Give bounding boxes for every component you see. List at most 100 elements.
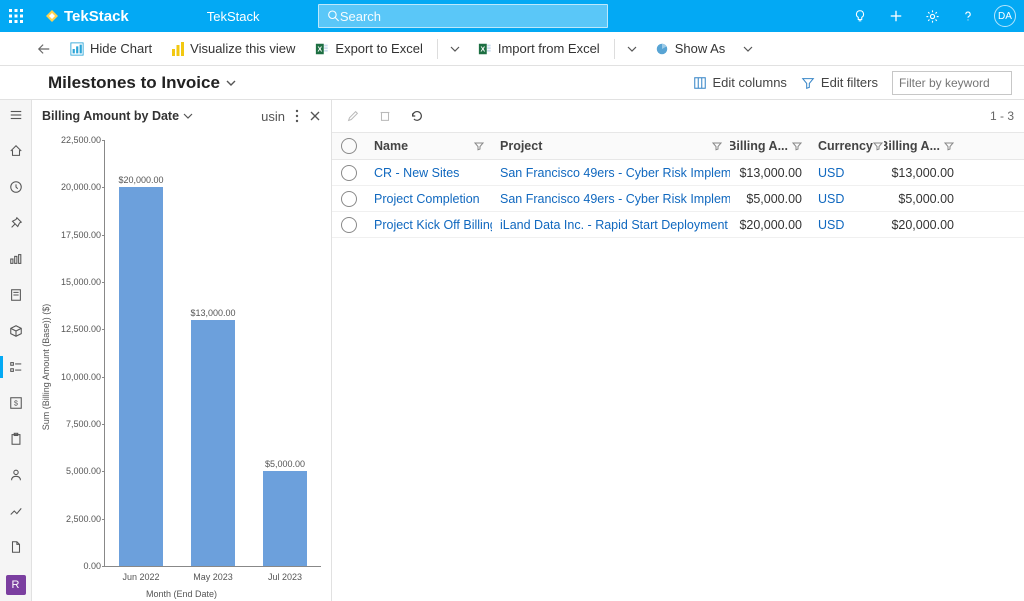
table-row[interactable]: Project Kick Off Billing MilestoneiLand …: [332, 212, 1024, 238]
col-name[interactable]: Name: [366, 139, 492, 153]
filter-icon[interactable]: [712, 141, 722, 151]
col-project[interactable]: Project: [492, 139, 730, 153]
refresh-icon[interactable]: [406, 105, 428, 127]
col-billing-amount[interactable]: Billing A...: [730, 139, 810, 153]
chart-title[interactable]: Billing Amount by Date: [42, 109, 193, 123]
rail-box-icon[interactable]: [0, 316, 32, 346]
select-all[interactable]: [332, 138, 366, 154]
command-bar: Hide Chart Visualize this view X Export …: [0, 32, 1024, 66]
chart-ylabel: Sum (Billing Amount (Base)) ($): [41, 303, 51, 430]
search-input[interactable]: [340, 9, 599, 24]
filter-keyword-input[interactable]: [892, 71, 1012, 95]
rail-list-icon[interactable]: [0, 352, 32, 382]
edit-columns-button[interactable]: Edit columns: [693, 75, 787, 90]
col-currency[interactable]: Currency: [810, 139, 884, 153]
table-body: CR - New SitesSan Francisco 49ers - Cybe…: [332, 160, 1024, 238]
cell-amount: $5,000.00: [730, 192, 810, 206]
rail-person-icon[interactable]: [0, 460, 32, 490]
chevron-down-icon: [183, 111, 193, 121]
export-excel-caret[interactable]: [444, 44, 466, 54]
row-select[interactable]: [332, 165, 366, 181]
rail-doc-icon[interactable]: [0, 532, 32, 562]
rail-trend-icon[interactable]: [0, 496, 32, 526]
filter-icon[interactable]: [944, 141, 954, 151]
chart-more-icon[interactable]: [295, 109, 299, 124]
row-select[interactable]: [332, 217, 366, 233]
show-as-caret[interactable]: [737, 44, 759, 54]
edit-filters-button[interactable]: Edit filters: [801, 75, 878, 90]
row-count: 1 - 3: [990, 109, 1014, 123]
rail-money-icon[interactable]: $: [0, 388, 32, 418]
chart-area[interactable]: Sum (Billing Amount (Base)) ($) 0.002,50…: [32, 132, 331, 601]
rail-bottom-badge[interactable]: R: [6, 575, 26, 595]
cell-project[interactable]: iLand Data Inc. - Rapid Start Deployment: [492, 218, 730, 232]
svg-text:$: $: [14, 401, 18, 408]
cell-amount-base: $20,000.00: [884, 218, 962, 232]
table-pane: 1 - 3 Name Project Billing A... Currency…: [332, 100, 1024, 601]
rail-menu-icon[interactable]: [0, 100, 32, 130]
ytick-label: 2,500.00: [55, 514, 101, 524]
table-row[interactable]: Project CompletionSan Francisco 49ers - …: [332, 186, 1024, 212]
cell-project[interactable]: San Francisco 49ers - Cyber Risk Impleme…: [492, 192, 730, 206]
export-excel-button[interactable]: X Export to Excel: [307, 37, 430, 60]
search-box[interactable]: [318, 4, 608, 28]
rail-recent-icon[interactable]: [0, 172, 32, 202]
show-as-button[interactable]: Show As: [647, 37, 734, 60]
funnel-icon: [801, 76, 815, 90]
cell-currency[interactable]: USD: [810, 166, 884, 180]
ytick-label: 15,000.00: [55, 277, 101, 287]
left-rail: $ R: [0, 100, 32, 601]
import-excel-caret[interactable]: [621, 44, 643, 54]
rail-chart-icon[interactable]: [0, 244, 32, 274]
cell-name[interactable]: CR - New Sites: [366, 166, 492, 180]
import-excel-button[interactable]: X Import from Excel: [470, 37, 608, 60]
back-button[interactable]: [30, 42, 58, 56]
cell-currency[interactable]: USD: [810, 192, 884, 206]
columns-icon: [693, 76, 707, 90]
ytick-label: 7,500.00: [55, 419, 101, 429]
chart-bar[interactable]: [119, 187, 163, 566]
xtick-label: Jul 2023: [255, 572, 315, 582]
cell-name[interactable]: Project Kick Off Billing Milestone: [366, 218, 492, 232]
table-row[interactable]: CR - New SitesSan Francisco 49ers - Cybe…: [332, 160, 1024, 186]
col-billing-amount-base[interactable]: Billing A...: [884, 139, 962, 153]
ytick-label: 20,000.00: [55, 182, 101, 192]
rail-pin-icon[interactable]: [0, 208, 32, 238]
gear-icon[interactable]: [914, 0, 950, 32]
cell-amount-base: $5,000.00: [884, 192, 962, 206]
cell-currency[interactable]: USD: [810, 218, 884, 232]
help-icon[interactable]: [950, 0, 986, 32]
brand-name: TekStack: [64, 8, 129, 25]
lightbulb-icon[interactable]: [842, 0, 878, 32]
ytick-label: 5,000.00: [55, 466, 101, 476]
plus-icon[interactable]: [878, 0, 914, 32]
excel-icon: X: [478, 42, 492, 56]
app-tab[interactable]: TekStack: [189, 0, 278, 32]
view-header: Milestones to Invoice Edit columns Edit …: [0, 66, 1024, 100]
cell-amount-base: $13,000.00: [884, 166, 962, 180]
filter-icon[interactable]: [792, 141, 802, 151]
hide-chart-button[interactable]: Hide Chart: [62, 37, 160, 60]
rail-note-icon[interactable]: [0, 280, 32, 310]
powerbi-icon: [172, 42, 184, 56]
brand-logo[interactable]: TekStack: [32, 8, 189, 25]
rail-clipboard-icon[interactable]: [0, 424, 32, 454]
chart-bar[interactable]: [191, 320, 235, 566]
filter-icon[interactable]: [873, 141, 883, 151]
separator: [614, 39, 615, 59]
app-launcher-icon[interactable]: [0, 0, 32, 32]
ytick-label: 17,500.00: [55, 230, 101, 240]
excel-icon: X: [315, 42, 329, 56]
cell-name[interactable]: Project Completion: [366, 192, 492, 206]
chart-bar[interactable]: [263, 471, 307, 566]
page-title[interactable]: Milestones to Invoice: [48, 73, 236, 93]
filter-icon[interactable]: [474, 141, 484, 151]
search-icon: [327, 9, 340, 23]
separator: [437, 39, 438, 59]
visualize-button[interactable]: Visualize this view: [164, 37, 303, 60]
cell-project[interactable]: San Francisco 49ers - Cyber Risk Impleme…: [492, 166, 730, 180]
rail-home-icon[interactable]: [0, 136, 32, 166]
chart-close-icon[interactable]: [309, 109, 321, 124]
row-select[interactable]: [332, 191, 366, 207]
avatar[interactable]: DA: [994, 5, 1016, 27]
